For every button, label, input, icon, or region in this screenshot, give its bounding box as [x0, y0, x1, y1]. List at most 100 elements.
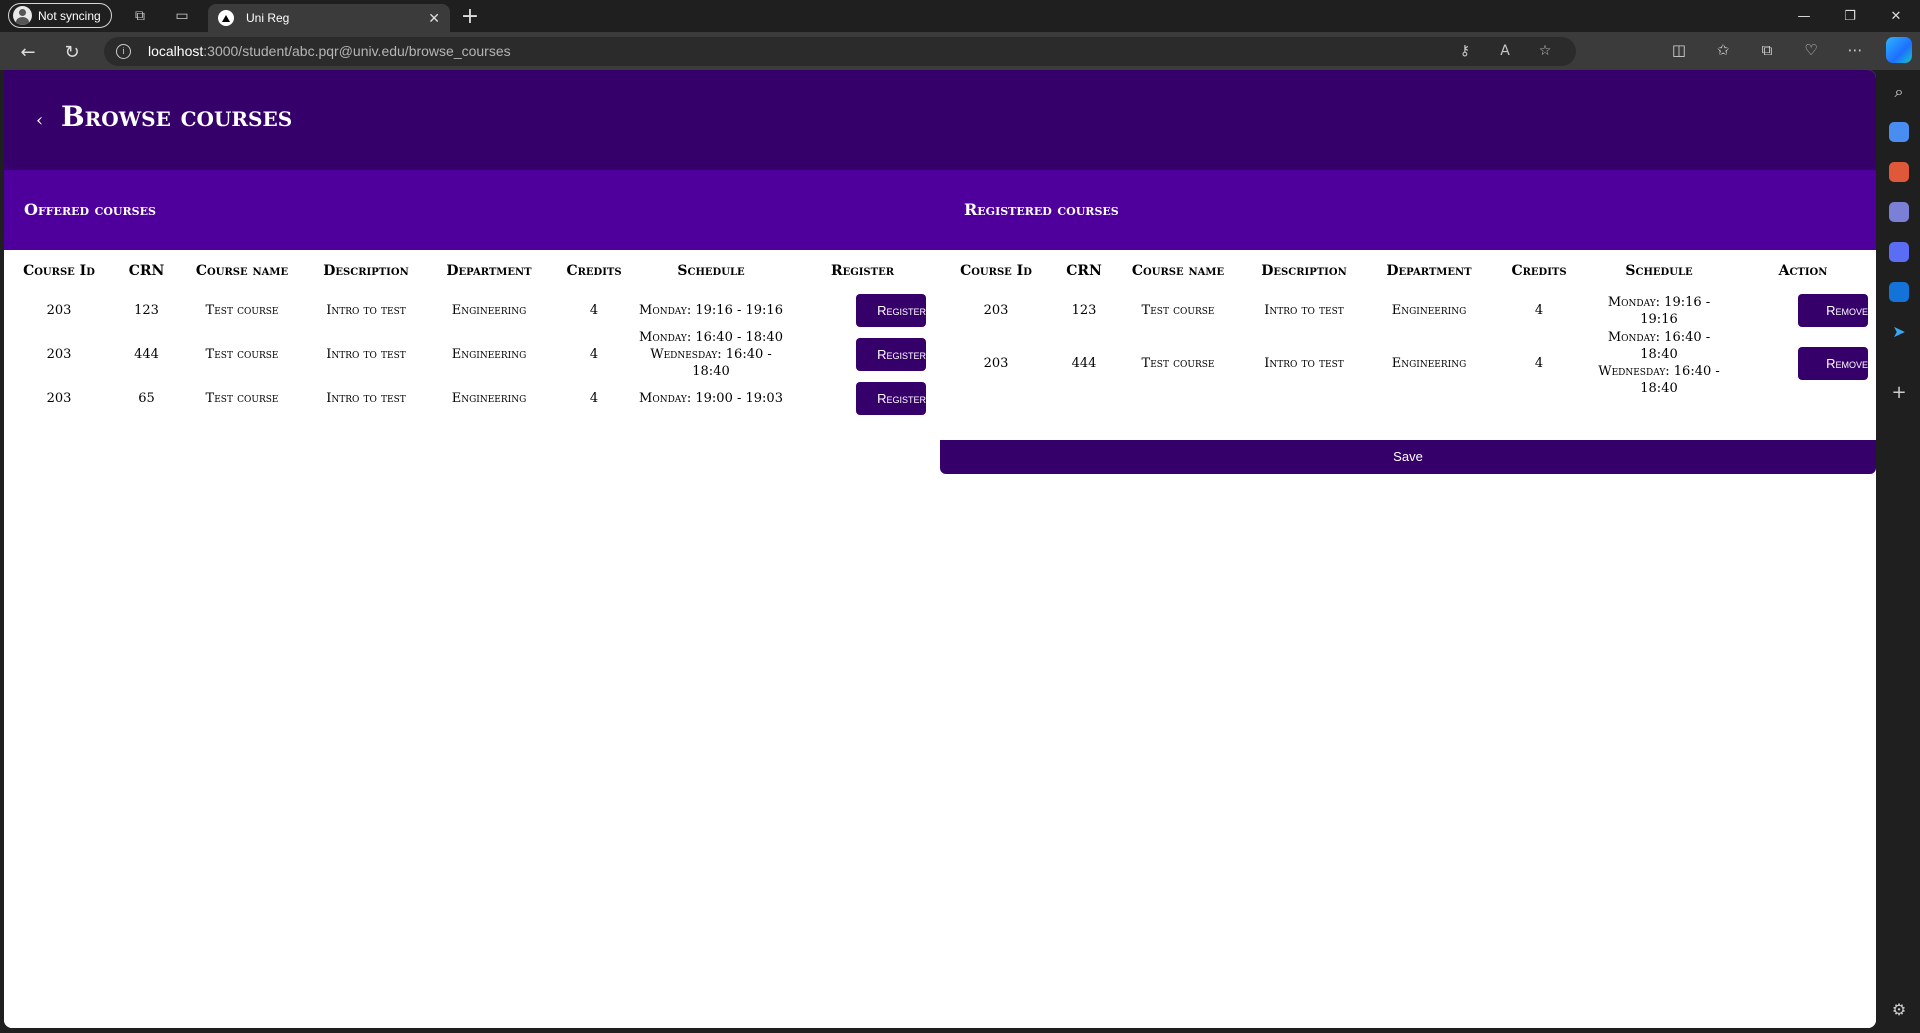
schedule-line: Wednesday: 16:40 - 18:40: [1598, 364, 1720, 396]
refresh-icon[interactable]: ↻: [60, 40, 84, 64]
column-header: Department: [1386, 263, 1472, 279]
schedule-line: Monday: 16:40 - 18:40: [639, 330, 783, 345]
address-bar: ← ↻ i localhost:3000/student/abc.pqr@uni…: [0, 32, 1920, 70]
registered-courses-panel: Registered courses Course Id CRN Course …: [940, 170, 1876, 1028]
description-cell: Intro to test: [1264, 303, 1344, 318]
table-row: 203 444 Test course Intro to test Engine…: [4, 329, 940, 380]
telegram-icon[interactable]: ➤: [1889, 322, 1909, 342]
url-path: :3000/student/abc.pqr@univ.edu/browse_co…: [203, 43, 511, 59]
collections-icon[interactable]: ⧉: [1756, 41, 1778, 59]
browser-tab[interactable]: Uni Reg ✕: [208, 4, 450, 32]
column-header: Action: [1778, 263, 1828, 279]
column-header: Schedule: [1625, 263, 1693, 279]
registered-courses-header: Registered courses: [940, 170, 1876, 250]
restore-icon[interactable]: ❐: [1830, 4, 1870, 28]
department-cell: Engineering: [451, 347, 527, 362]
description-cell: Intro to test: [1264, 355, 1344, 371]
table-row: 203 444 Test course Intro to test Engine…: [940, 329, 1876, 397]
tab-title: Uni Reg: [246, 11, 290, 25]
column-header: CRN: [1066, 263, 1102, 279]
page-header: ‹ Browse courses: [4, 70, 1876, 170]
schedule-line: Monday: 19:16 - 19:16: [639, 303, 783, 318]
course-name-cell: Test course: [1141, 355, 1215, 371]
action-cell: Remove: [1730, 329, 1876, 397]
schedule-cell: Monday: 19:16 - 19:16: [1588, 292, 1730, 329]
games-icon[interactable]: [1889, 202, 1909, 222]
remove-button[interactable]: Remove: [1798, 294, 1868, 327]
registered-courses-title: Registered courses: [964, 200, 1119, 219]
url-host: localhost: [148, 43, 204, 59]
column-header: Description: [1261, 263, 1347, 279]
split-screen-icon[interactable]: ◫: [1668, 41, 1690, 59]
tab-favicon-icon: [218, 10, 234, 26]
action-cell: Remove: [1730, 292, 1876, 329]
crn-cell: 444: [1071, 355, 1097, 371]
column-header: Schedule: [677, 263, 745, 279]
column-header: Course name: [195, 263, 289, 279]
course-id-cell: 203: [46, 347, 72, 362]
description-cell: Intro to test: [326, 303, 406, 318]
column-header: CRN: [128, 263, 165, 279]
department-cell: Engineering: [1391, 303, 1467, 318]
course-id-cell: 203: [983, 303, 1009, 318]
sidebar-settings-icon[interactable]: ⚙: [1889, 1000, 1909, 1020]
register-cell: Register: [785, 380, 940, 417]
registered-header-row: Course Id CRN Course name Description De…: [940, 250, 1876, 292]
credits-cell: 4: [1534, 355, 1544, 371]
back-arrow-icon[interactable]: ←: [16, 40, 40, 64]
column-header: Department: [446, 263, 532, 279]
schedule-line: Monday: 19:00 - 19:03: [639, 391, 783, 406]
close-tab-icon[interactable]: ✕: [428, 10, 440, 27]
vertical-tabs-icon[interactable]: ▭: [172, 6, 192, 26]
more-menu-icon[interactable]: ⋯: [1844, 41, 1866, 59]
search-icon[interactable]: ⌕: [1889, 82, 1909, 102]
new-tab-icon[interactable]: +: [458, 4, 482, 29]
offered-header-row: Course Id CRN Course name Description De…: [4, 250, 940, 292]
crn-cell: 123: [1071, 303, 1097, 318]
column-header: Course Id: [23, 263, 95, 279]
copilot-icon[interactable]: [1886, 37, 1912, 63]
url-field[interactable]: i localhost:3000/student/abc.pqr@univ.ed…: [104, 37, 1576, 66]
description-cell: Intro to test: [326, 347, 406, 362]
outlook-icon[interactable]: [1889, 282, 1909, 302]
key-icon[interactable]: ⚷: [1456, 43, 1474, 59]
url-text: localhost:3000/student/abc.pqr@univ.edu/…: [148, 43, 511, 59]
course-name-cell: Test course: [205, 303, 279, 318]
credits-cell: 4: [589, 391, 599, 406]
favorite-star-icon[interactable]: ☆: [1536, 43, 1554, 59]
schedule-cell: Monday: 16:40 - 18:40 Wednesday: 16:40 -…: [637, 329, 785, 380]
tools-icon[interactable]: [1889, 162, 1909, 182]
column-header: Credits: [1511, 263, 1567, 279]
table-row: 203 123 Test course Intro to test Engine…: [4, 292, 940, 329]
registered-courses-table: Course Id CRN Course name Description De…: [940, 250, 1876, 397]
department-cell: Engineering: [451, 391, 527, 406]
profile-avatar-icon: [13, 6, 32, 25]
profile-button[interactable]: Not syncing: [8, 3, 112, 28]
register-button[interactable]: Register: [856, 338, 926, 371]
site-info-icon[interactable]: i: [116, 44, 131, 59]
remove-button[interactable]: Remove: [1798, 346, 1868, 380]
add-sidebar-app-icon[interactable]: +: [1889, 382, 1909, 403]
table-row: 203 123 Test course Intro to test Engine…: [940, 292, 1876, 329]
shopping-icon[interactable]: [1889, 122, 1909, 142]
save-button[interactable]: Save: [940, 440, 1876, 474]
column-header: Credits: [566, 263, 622, 279]
register-button[interactable]: Register: [856, 294, 926, 327]
copilot-sidebar-icon[interactable]: [1889, 242, 1909, 262]
favorites-icon[interactable]: ✩: [1712, 41, 1734, 59]
description-cell: Intro to test: [326, 391, 406, 406]
read-aloud-icon[interactable]: A: [1496, 43, 1514, 59]
credits-cell: 4: [589, 303, 599, 318]
credits-cell: 4: [589, 347, 599, 362]
register-button[interactable]: Register: [856, 382, 926, 415]
back-chevron-icon[interactable]: ‹: [36, 110, 43, 131]
offered-courses-header: Offered courses: [4, 170, 940, 250]
browser-essentials-icon[interactable]: ♡: [1800, 41, 1822, 59]
crn-cell: 123: [134, 303, 159, 318]
workspaces-icon[interactable]: ⧉: [130, 6, 150, 26]
minimize-icon[interactable]: —: [1784, 4, 1824, 28]
close-window-icon[interactable]: ✕: [1876, 4, 1916, 28]
offered-courses-panel: Offered courses Course Id CRN Course nam…: [4, 170, 940, 1028]
schedule-cell: Monday: 19:00 - 19:03: [637, 380, 785, 417]
schedule-cell: Monday: 16:40 - 18:40 Wednesday: 16:40 -…: [1588, 329, 1730, 397]
